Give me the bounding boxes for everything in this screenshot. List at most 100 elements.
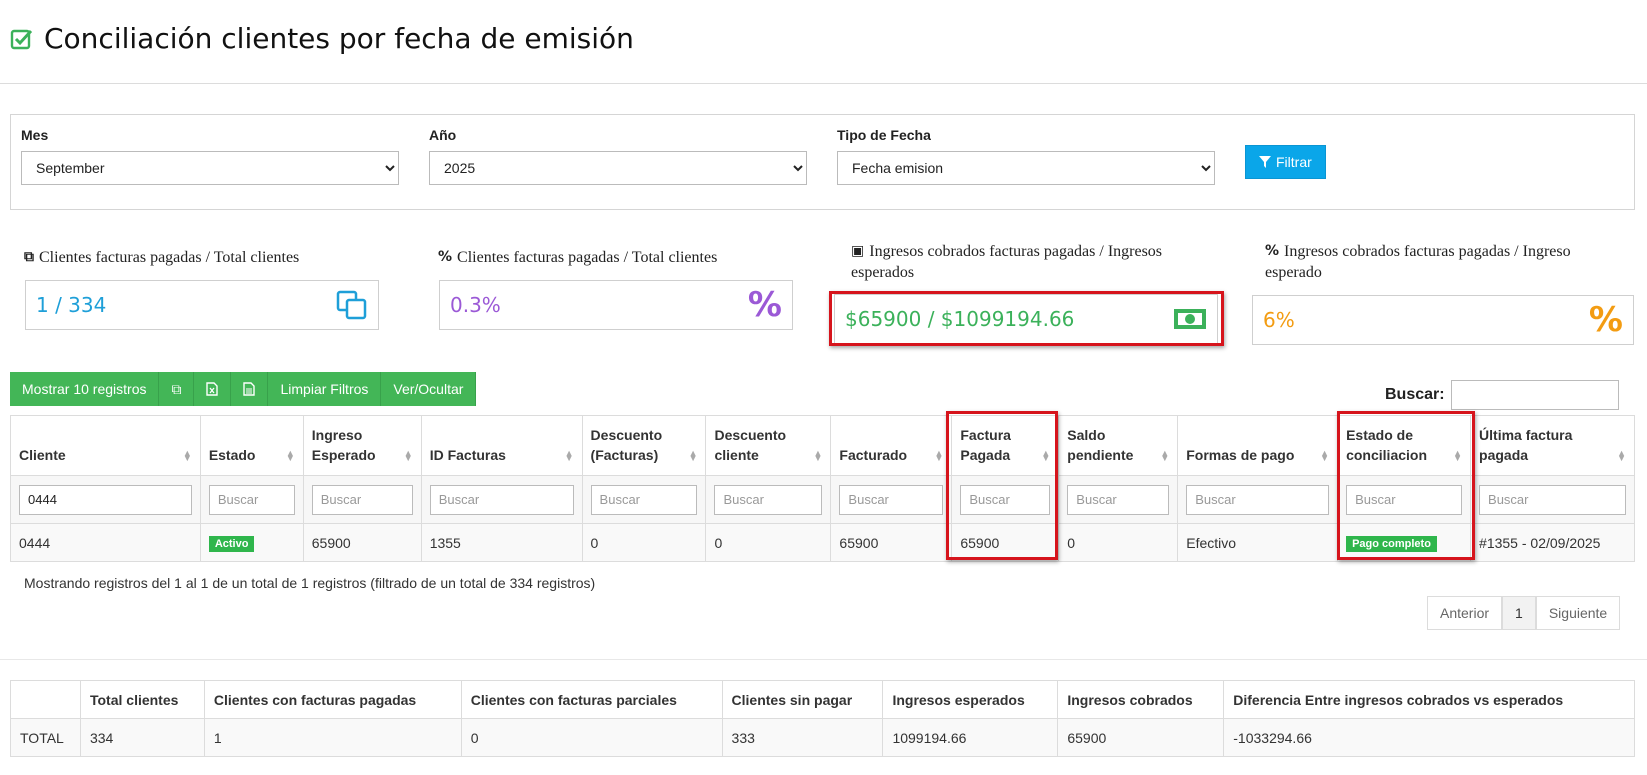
- summary-header: Ingresos esperados: [882, 680, 1059, 719]
- reconciliation-badge: Pago completo: [1346, 535, 1437, 552]
- summary-header: Diferencia Entre ingresos cobrados vs es…: [1223, 680, 1635, 719]
- clear-filters-button[interactable]: Limpiar Filtros: [268, 372, 382, 406]
- stat-value: $65900 / $1099194.66: [845, 307, 1075, 331]
- col-estado[interactable]: Estado ▲ ▼: [199, 415, 304, 476]
- filter-cliente-input[interactable]: [19, 484, 192, 515]
- summary-table: Total clientes Clientes con facturas pag…: [10, 680, 1635, 757]
- sort-icon: ▲ ▼: [564, 448, 574, 463]
- next-page-button[interactable]: Siguiente: [1535, 596, 1621, 630]
- summary-header: Clientes sin pagar: [721, 680, 884, 719]
- percent-icon: %: [438, 249, 453, 265]
- cell-cliente: 0444: [10, 523, 201, 562]
- summary-cell: 0: [460, 718, 723, 757]
- col-descuento-facturas[interactable]: Descuento (Facturas) ▲ ▼: [581, 415, 707, 476]
- filter-ultima-factura-input[interactable]: [1479, 484, 1626, 515]
- search-input[interactable]: [1450, 380, 1619, 410]
- table-info: Mostrando registros del 1 al 1 de un tot…: [24, 575, 596, 591]
- col-descuento-cliente[interactable]: Descuento cliente ▲ ▼: [705, 415, 832, 476]
- cell-ingreso-esperado: 65900: [302, 523, 422, 562]
- page-title: Conciliación clientes por fecha de emisi…: [10, 22, 634, 55]
- col-ultima-factura[interactable]: Última factura pagada ▲ ▼: [1470, 415, 1635, 476]
- stat-label: ⧉ Clientes facturas pagadas / Total clie…: [24, 249, 300, 266]
- pdf-button[interactable]: [231, 372, 269, 406]
- stat-value: 1 / 334: [36, 293, 107, 317]
- date-type-select[interactable]: Fecha emision: [837, 151, 1215, 185]
- money-icon: [1174, 309, 1206, 329]
- month-filter: Mes September: [21, 127, 399, 185]
- search-label: Buscar:: [1385, 386, 1445, 403]
- show-records-button[interactable]: Mostrar 10 registros: [10, 372, 160, 406]
- prev-page-button[interactable]: Anterior: [1427, 596, 1503, 630]
- sort-icon: ▲ ▼: [934, 448, 944, 463]
- filter-descuento-cliente-input[interactable]: [714, 484, 823, 515]
- stat-label-cont: esperado: [1265, 264, 1322, 281]
- cell-descuento-facturas: 0: [581, 523, 707, 562]
- summary-cell: 1099194.66: [882, 718, 1059, 757]
- filter-descuento-facturas-input[interactable]: [590, 484, 698, 515]
- pagination: Anterior 1 Siguiente: [1427, 596, 1621, 630]
- reconciliation-table: Cliente ▲ ▼ Estado ▲ ▼ Ingreso Esperado ▲ ▼ ID …: [10, 415, 1635, 562]
- date-type-filter: Tipo de Fecha Fecha emision: [837, 127, 1215, 185]
- filter-facturado-input[interactable]: [839, 484, 944, 515]
- sort-icon: ▲ ▼: [1160, 448, 1170, 463]
- stat-income-ratio: % Ingresos cobrados facturas pagadas / I…: [1265, 241, 1571, 283]
- filter-button[interactable]: Filtrar: [1245, 145, 1326, 179]
- stat-income: ▣ Ingresos cobrados facturas pagadas / I…: [851, 241, 1162, 283]
- year-filter: Año 2025: [429, 127, 807, 185]
- percent-icon: %: [1265, 243, 1280, 259]
- sort-icon: ▲ ▼: [1320, 448, 1330, 463]
- money-icon: ▣: [851, 243, 865, 259]
- col-estado-conciliacion[interactable]: Estado de conciliacion ▲ ▼: [1337, 415, 1472, 476]
- excel-button[interactable]: [194, 372, 232, 406]
- cell-facturado: 65900: [830, 523, 953, 562]
- page-header: Conciliación clientes por fecha de emisi…: [0, 0, 1647, 84]
- percent-icon: %: [1588, 300, 1623, 340]
- table-row: 0444 Activo 65900 1355 0 0 65900 65900 0…: [10, 523, 1635, 562]
- col-ingreso-esperado[interactable]: Ingreso Esperado ▲ ▼: [302, 415, 422, 476]
- summary-cell: TOTAL: [10, 718, 81, 757]
- stat-income-ratio-box: 6% %: [1252, 295, 1634, 345]
- year-select[interactable]: 2025: [429, 151, 807, 185]
- stat-paid-clients: ⧉ Clientes facturas pagadas / Total clie…: [24, 247, 299, 268]
- summary-row: TOTAL 334 1 0 333 1099194.66 65900 -1033…: [10, 718, 1635, 757]
- month-label: Mes: [21, 127, 49, 143]
- copy-icon: ⧉: [171, 380, 182, 397]
- col-factura-pagada[interactable]: Factura Pagada ▲ ▼: [951, 415, 1060, 476]
- summary-cell: 334: [79, 718, 205, 757]
- summary-header: Clientes con facturas pagadas: [203, 680, 462, 719]
- filter-ingreso-input[interactable]: [311, 484, 413, 515]
- toggle-columns-button[interactable]: Ver/Ocultar: [381, 372, 477, 406]
- table-toolbar: Mostrar 10 registros ⧉ Limpiar Filtros V…: [10, 372, 477, 406]
- col-cliente[interactable]: Cliente ▲ ▼: [10, 415, 201, 476]
- page-1-button[interactable]: 1: [1502, 596, 1536, 630]
- col-id-facturas[interactable]: ID Facturas ▲ ▼: [420, 415, 583, 476]
- percent-icon: %: [747, 285, 782, 325]
- col-saldo-pendiente[interactable]: Saldo pendiente ▲ ▼: [1058, 415, 1179, 476]
- table-search: Buscar:: [1385, 380, 1619, 410]
- copy-button[interactable]: ⧉: [159, 372, 195, 406]
- filter-estado-conciliacion-input[interactable]: [1346, 484, 1463, 515]
- cell-saldo-pendiente: 0: [1058, 523, 1179, 562]
- filter-estado-input[interactable]: [208, 484, 295, 515]
- filter-saldo-input[interactable]: [1067, 484, 1170, 515]
- summary-cell: 333: [721, 718, 884, 757]
- sort-icon: ▲ ▼: [1617, 448, 1626, 463]
- col-facturado[interactable]: Facturado ▲ ▼: [830, 415, 953, 476]
- col-formas-pago[interactable]: Formas de pago ▲ ▼: [1177, 415, 1339, 476]
- stat-label: ▣ Ingresos cobrados facturas pagadas / I…: [851, 243, 1163, 260]
- summary-header: [10, 680, 81, 719]
- filter-id-facturas-input[interactable]: [429, 484, 574, 515]
- date-type-label: Tipo de Fecha: [837, 127, 931, 143]
- sort-icon: ▲ ▼: [688, 448, 698, 463]
- filter-factura-pagada-input[interactable]: [960, 484, 1051, 515]
- filter-panel: Mes September Año 2025 Tipo de Fecha Fec…: [10, 114, 1635, 210]
- section-divider: [0, 659, 1647, 660]
- stat-income-box: $65900 / $1099194.66: [834, 294, 1218, 344]
- summary-header-row: Total clientes Clientes con facturas pag…: [10, 680, 1635, 719]
- filter-formas-pago-input[interactable]: [1186, 484, 1330, 515]
- month-select[interactable]: September: [21, 151, 399, 185]
- sort-icon: ▲ ▼: [1041, 448, 1051, 463]
- year-label: Año: [429, 127, 457, 143]
- stat-value: 6%: [1263, 308, 1295, 332]
- cell-id-facturas: 1355: [420, 523, 583, 562]
